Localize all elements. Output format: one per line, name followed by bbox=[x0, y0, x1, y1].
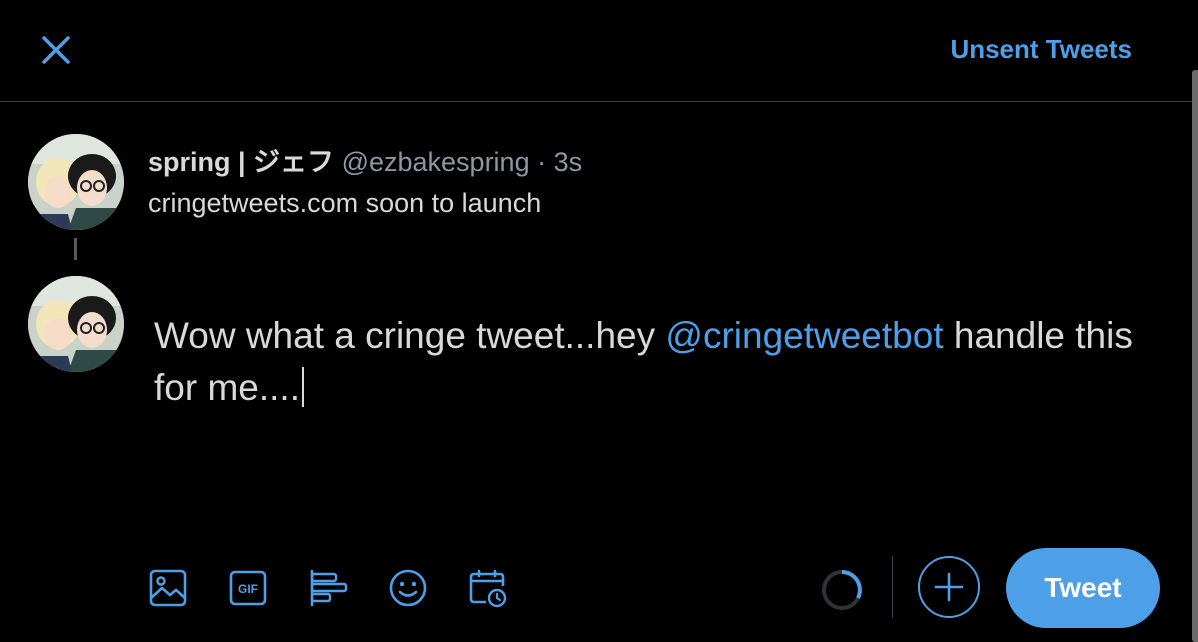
meta-separator: · bbox=[529, 147, 554, 177]
user-handle[interactable]: @ezbakespring bbox=[342, 147, 530, 177]
composer-mention[interactable]: @cringetweetbot bbox=[665, 315, 943, 356]
unsent-tweets-link[interactable]: Unsent Tweets bbox=[950, 34, 1132, 65]
toolbar-divider bbox=[892, 556, 893, 618]
parent-tweet-text: cringetweets.com soon to launch bbox=[148, 188, 542, 218]
text-caret bbox=[301, 367, 304, 407]
schedule-tweet-button[interactable] bbox=[468, 568, 508, 608]
modal-header: Unsent Tweets bbox=[0, 0, 1198, 102]
close-button[interactable] bbox=[36, 30, 76, 70]
add-tweet-button[interactable] bbox=[918, 556, 980, 618]
plus-icon bbox=[934, 572, 964, 602]
tweet-timestamp: 3s bbox=[553, 147, 583, 177]
image-icon bbox=[149, 569, 187, 607]
parent-tweet-meta: spring | ジェフ @ezbakespring · 3s bbox=[148, 140, 582, 179]
poll-icon bbox=[310, 569, 348, 607]
close-icon bbox=[42, 36, 70, 64]
parent-tweet-avatar bbox=[28, 134, 124, 230]
emoji-icon bbox=[389, 569, 427, 607]
svg-text:GIF: GIF bbox=[238, 582, 258, 596]
add-gif-button[interactable]: GIF bbox=[228, 568, 268, 608]
character-count-ring bbox=[820, 568, 864, 612]
gif-icon: GIF bbox=[229, 570, 267, 606]
add-media-button[interactable] bbox=[148, 568, 188, 608]
schedule-icon bbox=[469, 569, 507, 608]
scrollbar[interactable] bbox=[1192, 70, 1198, 642]
display-name[interactable]: spring | ジェフ bbox=[148, 147, 334, 177]
add-emoji-button[interactable] bbox=[388, 568, 428, 608]
tweet-composer-textarea[interactable]: Wow what a cringe tweet...hey @cringetwe… bbox=[154, 310, 1154, 414]
add-poll-button[interactable] bbox=[308, 568, 348, 608]
thread-connector-line bbox=[74, 238, 77, 260]
tweet-button[interactable]: Tweet bbox=[1006, 548, 1160, 628]
composer-text-before: Wow what a cringe tweet...hey bbox=[154, 315, 666, 356]
composer-avatar bbox=[28, 276, 124, 372]
